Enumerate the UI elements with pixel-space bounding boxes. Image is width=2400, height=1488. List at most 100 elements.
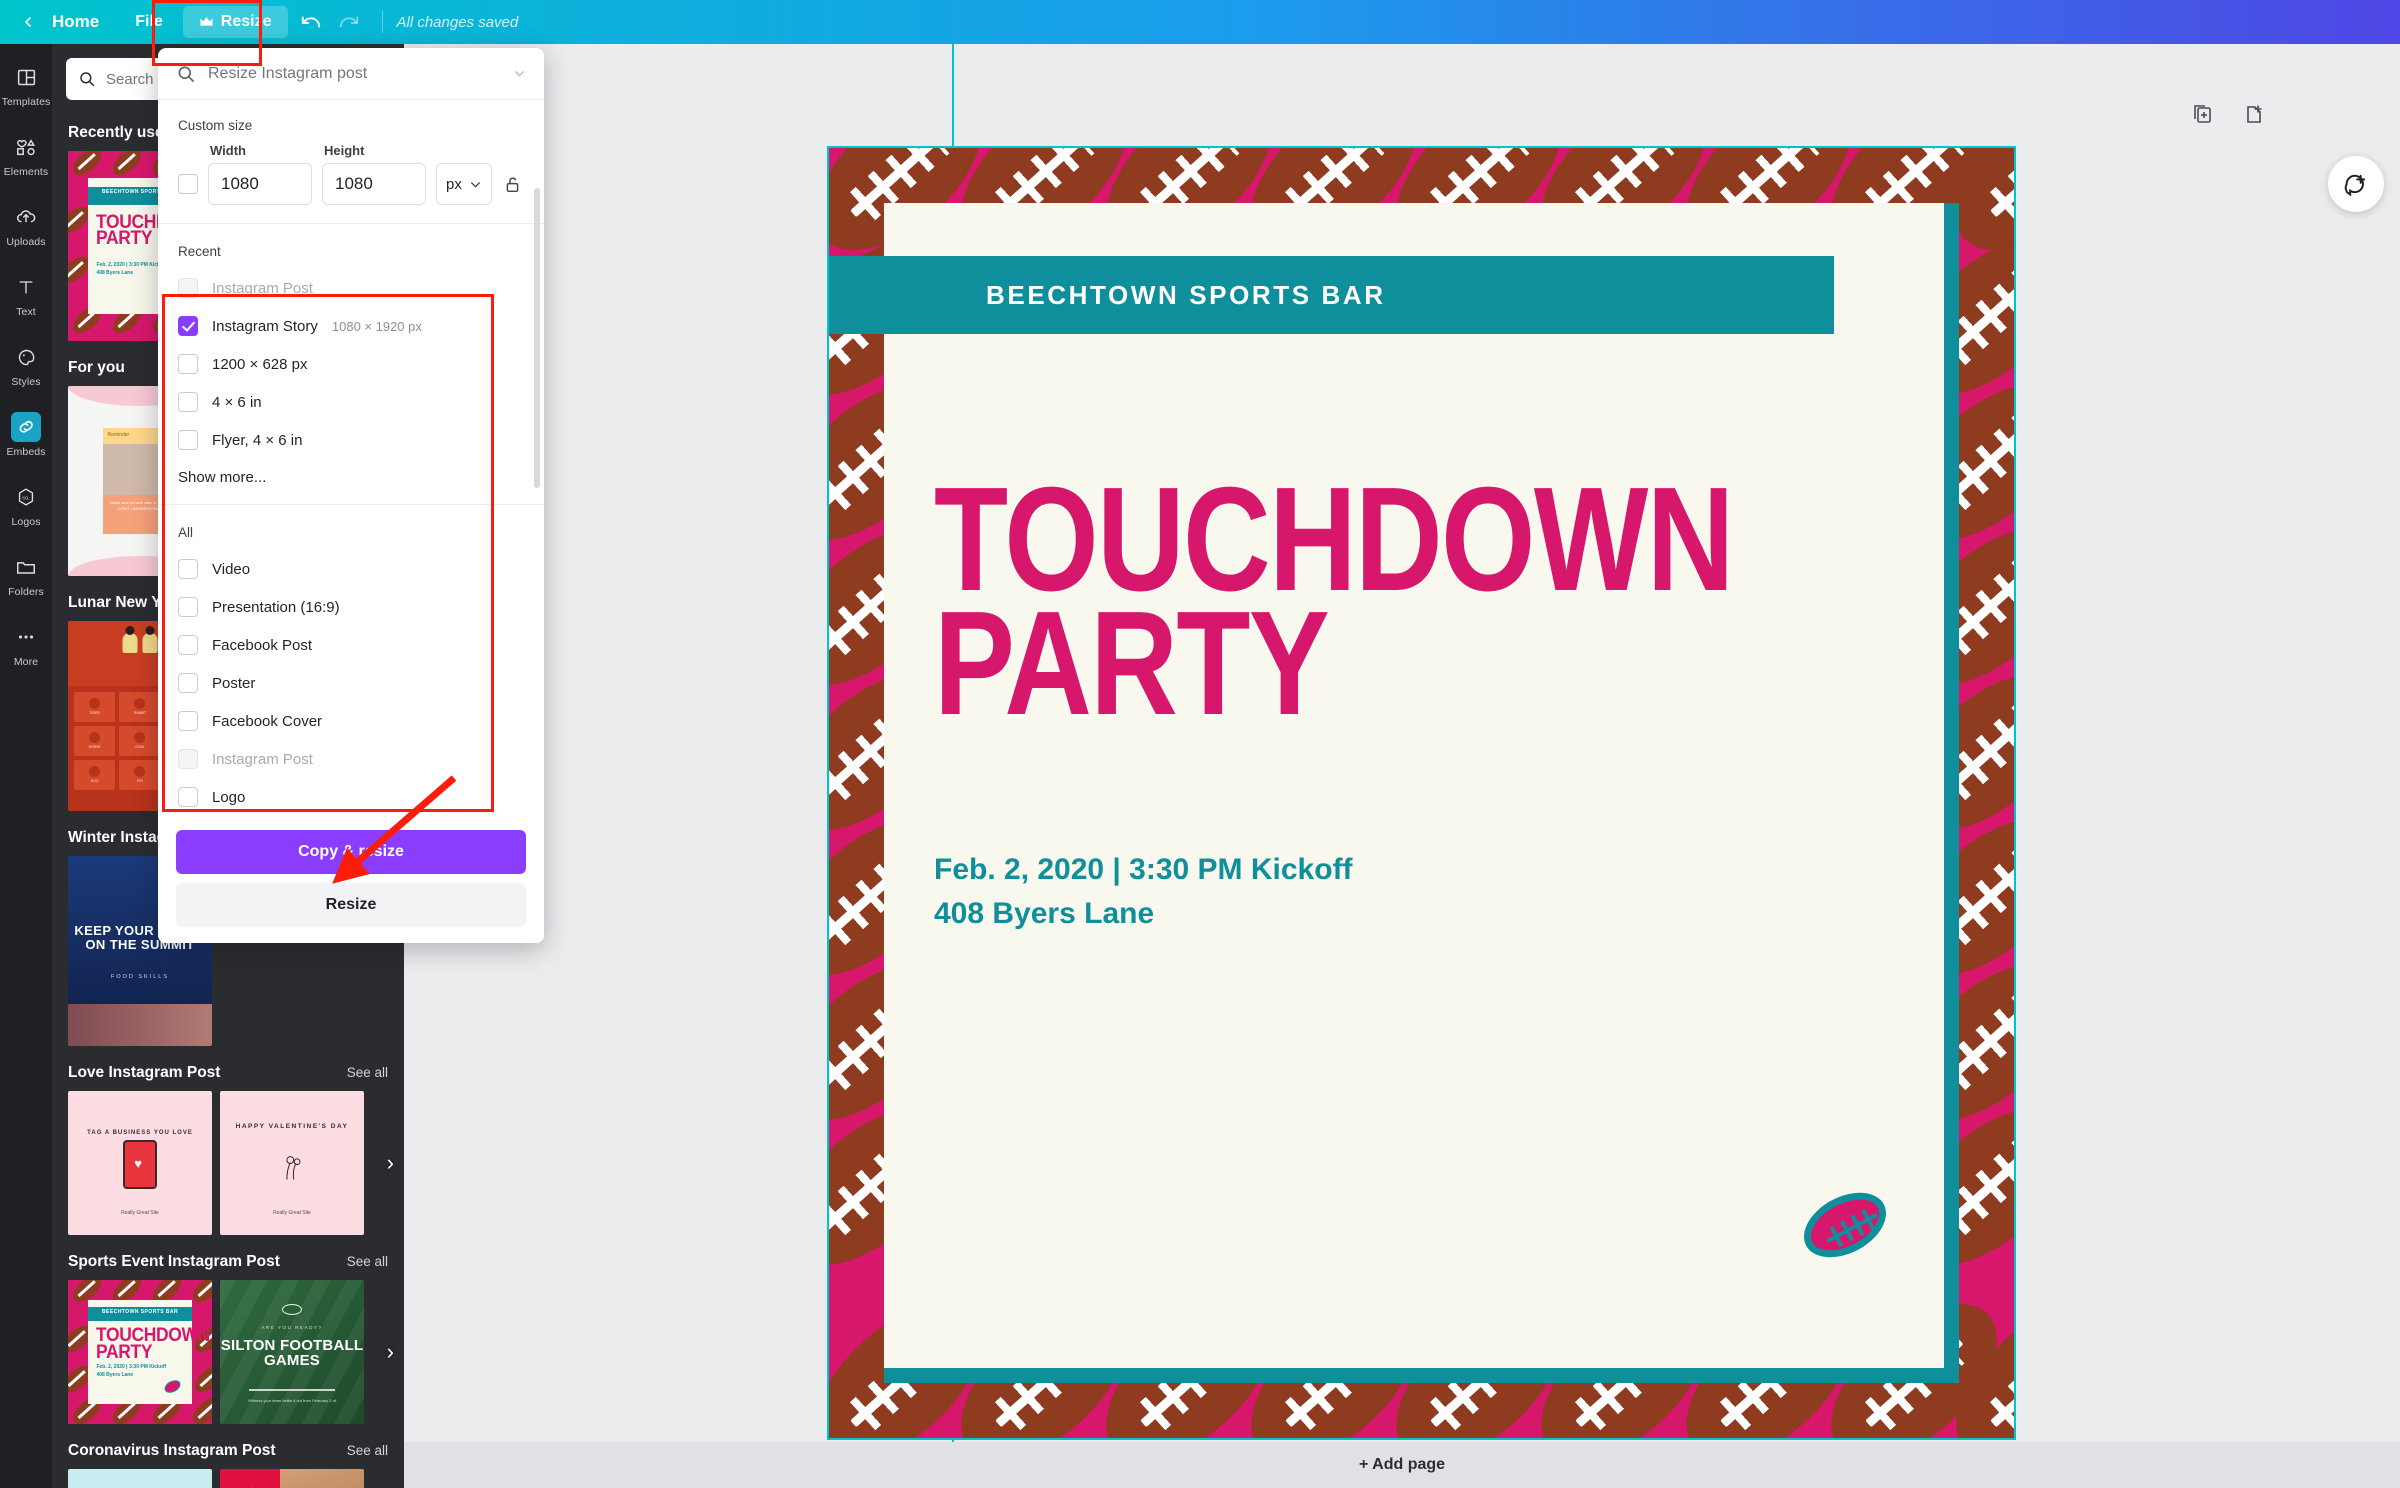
- design-canvas[interactable]: BEECHTOWN SPORTS BAR TOUCHDOWN PARTY Feb…: [827, 146, 2016, 1440]
- duplicate-page-icon[interactable]: [2190, 102, 2216, 128]
- field-rule: [248, 1389, 336, 1391]
- aspect-lock-button[interactable]: [502, 175, 524, 194]
- resize-option-facebook-post[interactable]: Facebook Post: [158, 626, 544, 664]
- sidebar-item-templates[interactable]: Templates: [0, 50, 52, 120]
- svg-text:co.: co.: [22, 495, 30, 501]
- option-label: Instagram Post: [212, 279, 313, 297]
- lunar-figures-icon: [122, 625, 158, 653]
- sidebar-label-elements: Elements: [3, 166, 49, 178]
- checkbox[interactable]: [178, 316, 198, 336]
- resize-option-instagram-story[interactable]: Instagram Story 1080 × 1920 px: [158, 307, 544, 345]
- canva-editor-window: Home File Resize All changes saved Templ…: [0, 0, 2400, 1488]
- option-label: Presentation (16:9): [212, 598, 340, 616]
- design-details[interactable]: Feb. 2, 2020 | 3:30 PM Kickoff 408 Byers…: [934, 848, 1353, 935]
- page-tools: [2190, 102, 2268, 128]
- checkbox[interactable]: [178, 597, 198, 617]
- resize-option-presentation-16-9[interactable]: Presentation (16:9): [158, 588, 544, 626]
- template-thumb-avoid-public-places[interactable]: You may take your pets out for a walk. A…: [220, 1469, 364, 1488]
- football-outline-icon: [282, 1304, 302, 1316]
- checkbox[interactable]: [178, 749, 198, 769]
- sidebar-item-logos[interactable]: co. Logos: [0, 470, 52, 540]
- custom-size-checkbox[interactable]: [178, 174, 198, 194]
- add-page-label: + Add page: [1358, 1456, 1446, 1473]
- add-page-icon[interactable]: [2242, 102, 2268, 128]
- add-comment-button[interactable]: [2328, 156, 2384, 212]
- see-all-love[interactable]: See all: [347, 1065, 388, 1080]
- width-input[interactable]: [208, 163, 312, 205]
- sidebar-item-uploads[interactable]: Uploads: [0, 190, 52, 260]
- sidebar-item-embeds[interactable]: Embeds: [0, 400, 52, 470]
- search-icon: [178, 66, 194, 82]
- add-page-bar[interactable]: + Add page: [404, 1442, 2400, 1488]
- template-thumb-silton-football[interactable]: ARE YOU READY? SILTON FOOTBALL GAMES Wit…: [220, 1280, 364, 1424]
- heart-icon: ♥: [134, 1155, 142, 1171]
- resize-option-facebook-cover[interactable]: Facebook Cover: [158, 702, 544, 740]
- toolbar-divider: [381, 11, 383, 33]
- poster-address: 408 Byers Lane: [96, 269, 134, 276]
- resize-option-1200x628[interactable]: 1200 × 628 px: [158, 345, 544, 383]
- poster-date: Feb. 2, 2020 | 3:30 PM Kickoff: [96, 262, 167, 269]
- show-more-link[interactable]: Show more...: [158, 459, 544, 502]
- carousel-next-love[interactable]: ›: [387, 1150, 394, 1176]
- see-all-sports[interactable]: See all: [347, 1254, 388, 1269]
- option-label: Poster: [212, 674, 256, 692]
- crown-icon: [200, 17, 213, 26]
- resize-search-input[interactable]: [208, 64, 501, 83]
- thumb-row-coronavirus: Limit in-person contact Pay online as mu…: [52, 1469, 404, 1488]
- height-input[interactable]: [322, 163, 426, 205]
- back-button[interactable]: [14, 0, 42, 44]
- sidebar-item-text[interactable]: Text: [0, 260, 52, 330]
- search-icon: [80, 72, 95, 87]
- resize-option-poster[interactable]: Poster: [158, 664, 544, 702]
- chevron-down-icon[interactable]: [513, 67, 526, 80]
- carousel-next-sports[interactable]: ›: [387, 1339, 394, 1365]
- redo-button[interactable]: [330, 3, 368, 41]
- checkbox[interactable]: [178, 711, 198, 731]
- chevron-down-icon: [470, 181, 480, 188]
- file-menu-button[interactable]: File: [119, 6, 179, 38]
- football-decoration-icon: [162, 1378, 184, 1396]
- resize-option-4x6in[interactable]: 4 × 6 in: [158, 383, 544, 421]
- design-brand-bar[interactable]: BEECHTOWN SPORTS BAR: [829, 256, 1834, 334]
- sidebar-item-elements[interactable]: Elements: [0, 120, 52, 190]
- checkbox[interactable]: [178, 673, 198, 693]
- sidebar-label-folders: Folders: [8, 586, 44, 598]
- template-thumb-happy-valentines[interactable]: HAPPY VALENTINE'S DAY Really Great Site: [220, 1091, 364, 1235]
- undo-button[interactable]: [292, 3, 330, 41]
- sidebar-item-folders[interactable]: Folders: [0, 540, 52, 610]
- template-thumb-limit-contact[interactable]: Limit in-person contact Pay online as mu…: [68, 1469, 212, 1488]
- love2-arc-text: HAPPY VALENTINE'S DAY: [235, 1122, 349, 1130]
- resize-search-box[interactable]: [158, 48, 544, 100]
- resize-button[interactable]: Resize: [182, 6, 288, 38]
- checkbox[interactable]: [178, 559, 198, 579]
- template-thumb-touchdown-party-2[interactable]: BEECHTOWN SPORTS BAR TOUCHDOWN PARTY Feb…: [68, 1280, 212, 1424]
- checkbox[interactable]: [178, 392, 198, 412]
- dropdown-divider-2: [158, 504, 544, 505]
- resize-option-instagram-post-all[interactable]: Instagram Post: [158, 740, 544, 778]
- section-header-sports: Sports Event Instagram Post See all: [52, 1235, 404, 1280]
- winter-photo: [68, 1004, 212, 1046]
- see-all-coronavirus[interactable]: See all: [347, 1443, 388, 1458]
- all-label: All: [178, 525, 194, 540]
- checkbox[interactable]: [178, 635, 198, 655]
- unit-select[interactable]: px: [436, 163, 492, 205]
- checkbox[interactable]: [178, 354, 198, 374]
- home-button[interactable]: Home: [42, 6, 115, 38]
- checkbox[interactable]: [178, 430, 198, 450]
- checkbox[interactable]: [178, 278, 198, 298]
- thumb-row-love: TAG A BUSINESS YOU LOVE ♥ Really Great S…: [52, 1091, 404, 1235]
- sidebar-item-more[interactable]: More: [0, 610, 52, 680]
- resize-option-logo[interactable]: Logo: [158, 778, 544, 816]
- template-thumb-tag-a-business[interactable]: TAG A BUSINESS YOU LOVE ♥ Really Great S…: [68, 1091, 212, 1235]
- option-dimensions: 1080 × 1920 px: [331, 318, 422, 334]
- checkbox[interactable]: [178, 787, 198, 807]
- design-headline[interactable]: TOUCHDOWN PARTY: [934, 466, 1734, 738]
- resize-option-instagram-post-recent[interactable]: Instagram Post: [158, 269, 544, 307]
- resize-option-flyer-4x6in[interactable]: Flyer, 4 × 6 in: [158, 421, 544, 459]
- dropdown-scrollbar[interactable]: [534, 188, 540, 488]
- copy-and-resize-button[interactable]: Copy & resize: [176, 830, 526, 874]
- resize-option-video[interactable]: Video: [158, 550, 544, 588]
- resize-confirm-button[interactable]: Resize: [176, 883, 526, 927]
- sidebar-item-styles[interactable]: Styles: [0, 330, 52, 400]
- redo-icon: [339, 16, 358, 28]
